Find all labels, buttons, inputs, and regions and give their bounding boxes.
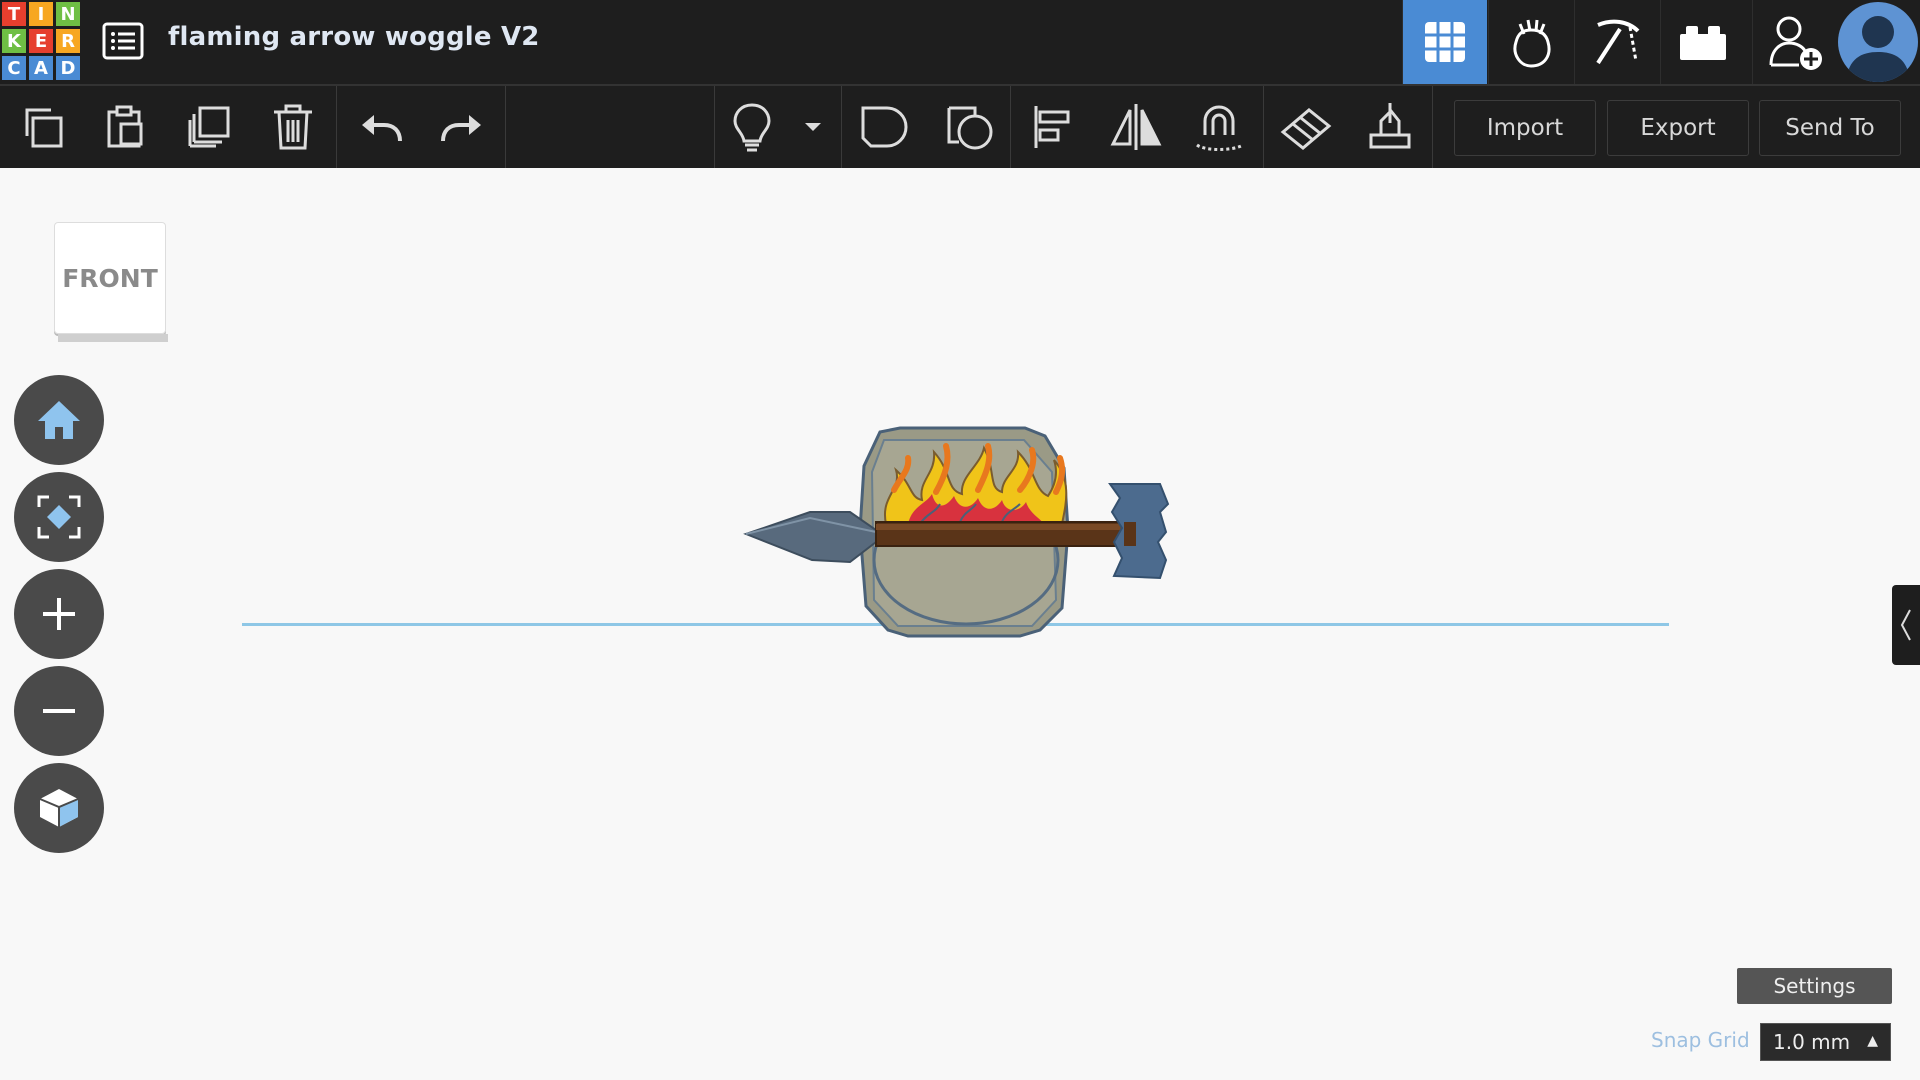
ungroup-button[interactable] (941, 98, 999, 156)
copy-button[interactable] (13, 98, 71, 156)
show-all-button[interactable] (723, 98, 781, 156)
settings-button[interactable]: Settings (1737, 968, 1892, 1004)
toolbar-separator (841, 86, 842, 168)
logo-letter: D (56, 56, 80, 80)
invite-user-button[interactable] (1752, 0, 1837, 84)
mode-codeblocks-button[interactable] (1488, 0, 1573, 84)
chevron-left-icon (1900, 609, 1911, 641)
duplicate-icon (188, 106, 230, 148)
fit-view-icon (37, 495, 81, 539)
logo-letter: R (56, 29, 80, 53)
undo-button[interactable] (352, 98, 410, 156)
project-title[interactable]: flaming arrow woggle V2 (168, 22, 540, 52)
brick-icon (1680, 26, 1726, 60)
pickaxe-icon (1596, 19, 1640, 65)
mirror-button[interactable] (1107, 98, 1165, 156)
toolbar-separator (714, 86, 715, 168)
duplicate-button[interactable] (180, 98, 238, 156)
cat-blocks-icon (1513, 19, 1551, 68)
chevron-up-icon: ▲ (1867, 1033, 1878, 1049)
cruise-button[interactable] (1191, 98, 1249, 156)
shapes-panel-toggle[interactable] (1892, 585, 1920, 665)
delete-icon (274, 104, 312, 150)
top-bar: T I N K E R C A D flaming arrow woggle V… (0, 0, 1920, 84)
cruise-icon (1196, 105, 1244, 151)
grid-icon (1425, 22, 1465, 62)
zoom-out-button[interactable] (14, 666, 104, 756)
copy-icon (25, 108, 63, 148)
user-avatar[interactable] (1838, 2, 1918, 82)
fit-view-button[interactable] (14, 472, 104, 562)
group-icon (861, 106, 908, 148)
workplane-button[interactable] (1277, 98, 1335, 156)
project-menu-button[interactable] (100, 20, 146, 62)
home-view-icon (38, 401, 80, 439)
import-button[interactable]: Import (1454, 100, 1596, 156)
workplane-icon (1280, 108, 1332, 150)
align-button[interactable] (1024, 98, 1082, 156)
toolbar-separator (336, 86, 337, 168)
group-button[interactable] (855, 98, 913, 156)
send-to-button[interactable]: Send To (1759, 100, 1901, 156)
mirror-icon (1110, 104, 1162, 150)
visibility-dropdown-button[interactable] (787, 98, 839, 156)
ungroup-icon (947, 106, 993, 150)
logo-letter: N (56, 2, 80, 26)
logo-letter: I (29, 2, 53, 26)
flaming-arrow-woggle-model[interactable] (740, 400, 1180, 660)
mode-3d-design-button[interactable] (1402, 0, 1487, 84)
logo-letter: A (29, 56, 53, 80)
snap-grid-value: 1.0 mm (1773, 1030, 1851, 1054)
paste-button[interactable] (95, 98, 153, 156)
undo-icon (362, 115, 402, 142)
mode-lego-bricks-button[interactable] (1660, 0, 1745, 84)
arrow-head (743, 511, 877, 564)
perspective-icon (39, 789, 79, 827)
chevron-down-icon (805, 123, 821, 131)
list-icon (102, 22, 144, 60)
export-button[interactable]: Export (1607, 100, 1749, 156)
perspective-button[interactable] (14, 763, 104, 853)
zoom-in-icon (43, 598, 75, 630)
redo-icon (441, 115, 481, 142)
snap-grid-label: Snap Grid (1651, 1028, 1750, 1052)
add-user-icon (1769, 16, 1822, 70)
ruler-button[interactable] (1361, 98, 1419, 156)
ruler-icon (1369, 103, 1411, 149)
toolbar-separator (505, 86, 506, 168)
toolbar-separator (1263, 86, 1264, 168)
toolbar-separator (1010, 86, 1011, 168)
snap-grid-select[interactable]: 1.0 mm ▲ (1760, 1023, 1891, 1061)
delete-button[interactable] (264, 98, 322, 156)
zoom-in-button[interactable] (14, 569, 104, 659)
align-icon (1034, 106, 1070, 148)
toolbar: Import Export Send To (0, 84, 1920, 168)
logo-letter: T (2, 2, 26, 26)
home-view-button[interactable] (14, 375, 104, 465)
zoom-out-icon (43, 709, 75, 713)
view-cube[interactable]: FRONT (54, 222, 168, 342)
bulb-icon (733, 103, 771, 152)
mode-minecraft-button[interactable] (1574, 0, 1659, 84)
user-avatar-icon (1846, 16, 1910, 82)
logo-letter: C (2, 56, 26, 80)
tinkercad-logo[interactable]: T I N K E R C A D (2, 2, 80, 80)
paste-icon (107, 105, 143, 148)
logo-letter: E (29, 29, 53, 53)
redo-button[interactable] (433, 98, 491, 156)
logo-letter: K (2, 29, 26, 53)
toolbar-separator (1432, 86, 1433, 168)
view-cube-face-label: FRONT (62, 263, 158, 293)
